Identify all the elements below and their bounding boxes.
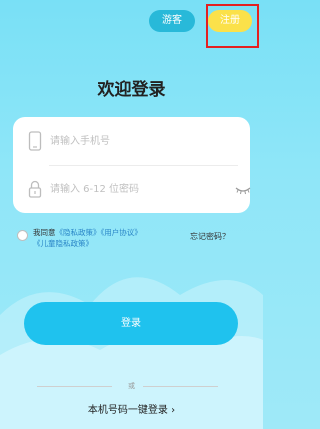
one-key-login-link[interactable]: 本机号码一键登录 › — [0, 401, 263, 416]
guest-button[interactable]: 游客 — [149, 10, 195, 32]
phone-input[interactable] — [50, 131, 220, 151]
login-button[interactable]: 登录 — [24, 302, 238, 345]
one-key-login-label: 本机号码一键登录 — [87, 405, 168, 416]
password-field — [13, 165, 251, 213]
eye-closed-icon[interactable] — [235, 185, 251, 195]
chevron-right-icon: › — [171, 405, 176, 416]
agreement-prefix: 我同意 — [33, 228, 56, 237]
top-bar: 游客 注册 — [0, 4, 263, 48]
user-agreement-link[interactable]: 《用户协议》 — [101, 228, 142, 237]
agreement-checkbox[interactable] — [17, 230, 28, 241]
password-input[interactable] — [50, 179, 220, 199]
or-divider: 或 — [0, 381, 263, 391]
phone-field — [13, 117, 250, 165]
lock-icon — [28, 180, 42, 198]
privacy-policy-link[interactable]: 《隐私政策》 — [56, 228, 101, 237]
child-privacy-policy-link[interactable]: 《儿童隐私政策》 — [33, 239, 93, 248]
mobile-phone-icon — [28, 131, 42, 151]
or-line-right — [143, 386, 218, 387]
highlight-box — [206, 4, 259, 48]
agreement-row: 我同意《隐私政策》《用户协议》 《儿童隐私政策》 忘记密码？ — [17, 225, 247, 255]
page-title: 欢迎登录 — [97, 80, 166, 100]
or-text: 或 — [128, 382, 135, 390]
agreement-text: 我同意《隐私政策》《用户协议》 《儿童隐私政策》 — [33, 227, 183, 249]
login-form-card — [13, 117, 251, 213]
forgot-password-link[interactable]: 忘记密码？ — [190, 231, 230, 242]
